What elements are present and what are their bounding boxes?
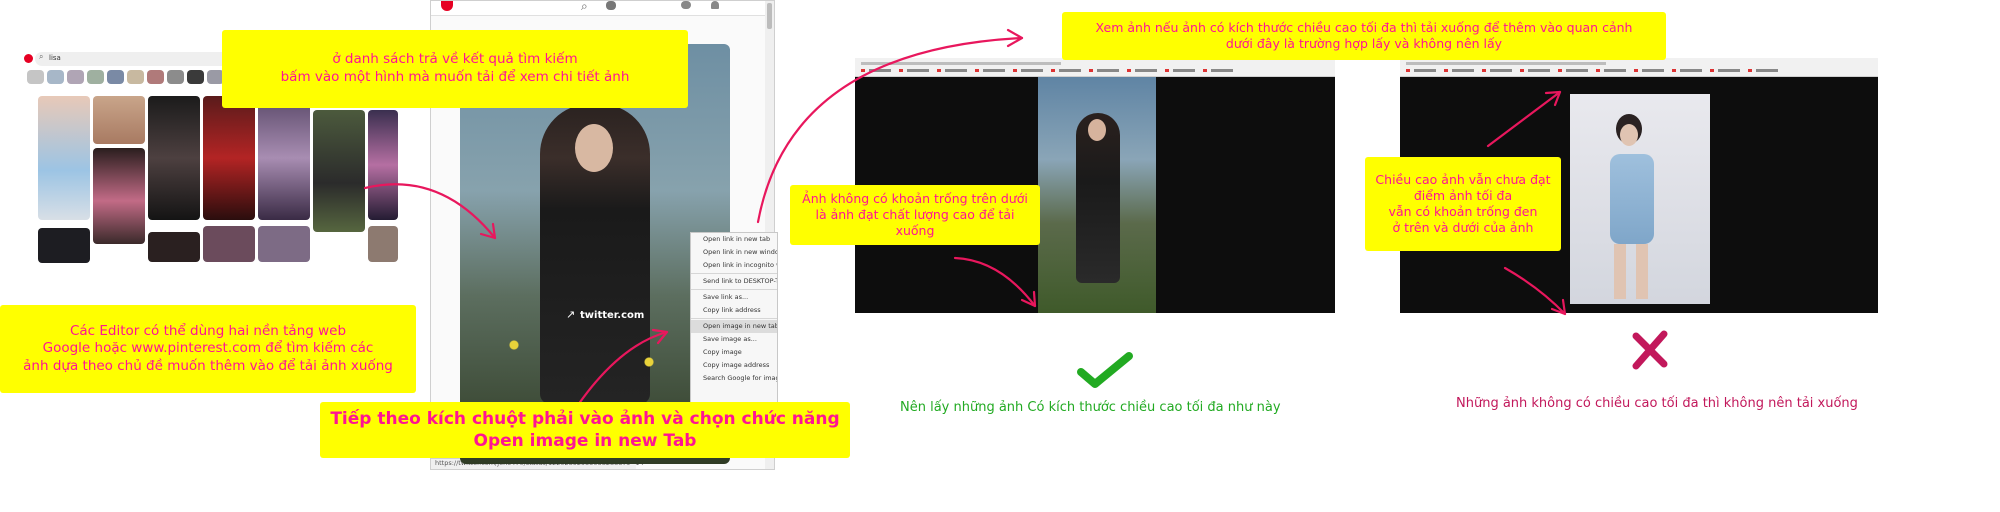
note-view-size: Xem ảnh nếu ảnh có kích thước chiều cao … (1062, 12, 1666, 60)
arrow-bottom-bad (1503, 266, 1567, 316)
note-right-click: Tiếp theo kích chuột phải vào ảnh và chọ… (320, 402, 850, 458)
arrow-top-bad (1486, 90, 1562, 148)
note-search-results: ở danh sách trả về kết quả tìm kiếm bấm … (222, 30, 688, 108)
note-editors: Các Editor có thể dùng hai nền tảng web … (0, 305, 416, 393)
note-no-blank: Ảnh không có khoản trống trên dưới là ản… (790, 185, 1040, 245)
arrow-to-context-menu (576, 330, 669, 407)
note-not-max-height: Chiều cao ảnh vẫn chưa đạt điểm ảnh tối … (1365, 157, 1561, 251)
arrow-top-good (953, 256, 1037, 308)
arrow-to-browser (363, 183, 497, 240)
